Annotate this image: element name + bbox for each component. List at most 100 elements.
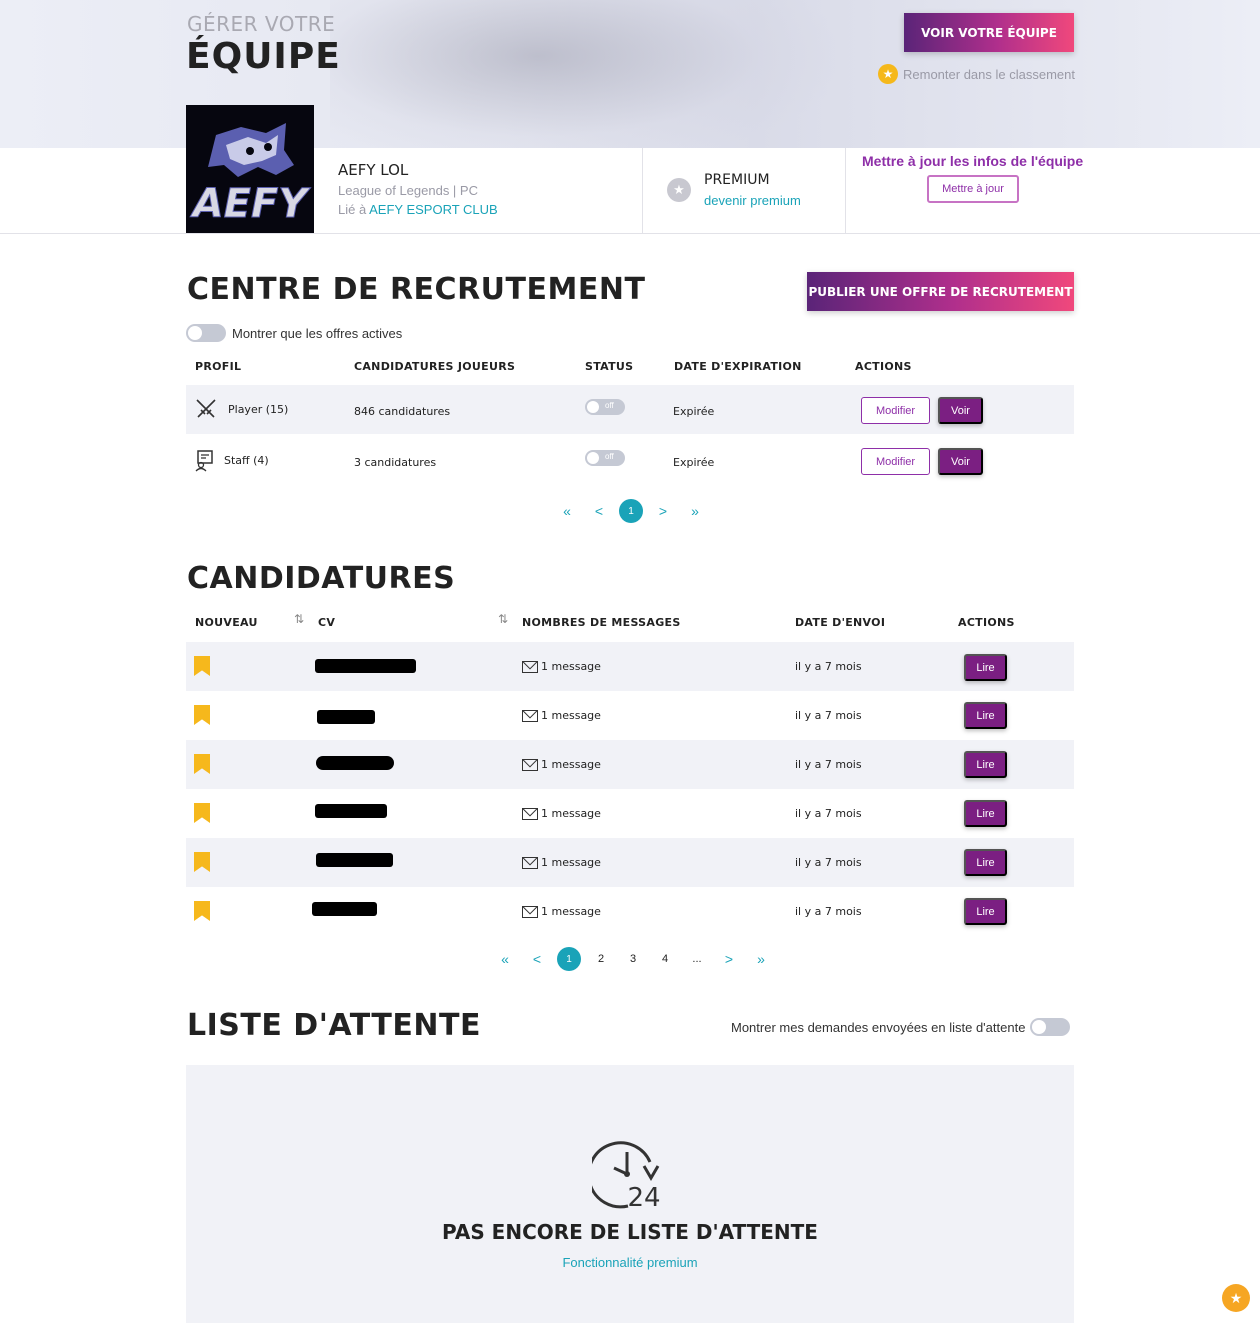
update-team-title: Mettre à jour les infos de l'équipe (862, 153, 1084, 169)
profile-label: Player (15) (228, 403, 289, 416)
message-count: 1 message (522, 660, 601, 673)
expiration-date: Expirée (673, 405, 715, 418)
message-count: 1 message (522, 758, 601, 771)
waitlist-toggle-row[interactable]: Montrer mes demandes envoyées en liste d… (731, 1018, 1071, 1036)
read-button[interactable]: Lire (964, 849, 1007, 876)
staff-board-icon (195, 450, 213, 472)
applications-count: 846 candidatures (354, 405, 451, 418)
sent-date: il y a 7 mois (795, 905, 862, 918)
envelope-icon (522, 758, 538, 771)
star-icon: ★ (878, 64, 898, 84)
banner-artwork (330, 0, 850, 148)
read-button[interactable]: Lire (964, 702, 1007, 729)
envelope-icon (522, 856, 538, 869)
first-page-button[interactable]: « (489, 951, 521, 967)
premium-star-icon: ★ (667, 178, 691, 202)
read-button[interactable]: Lire (964, 800, 1007, 827)
col-header-applications: CANDIDATURES JOUEURS (354, 360, 516, 373)
redacted-cv-name (316, 756, 394, 770)
message-count: 1 message (522, 709, 601, 722)
club-link[interactable]: AEFY ESPORT CLUB (369, 202, 498, 217)
edit-offer-button[interactable]: Modifier (861, 448, 930, 475)
message-count: 1 message (522, 807, 601, 820)
page-button-1[interactable]: 1 (553, 947, 585, 971)
last-page-button[interactable]: » (745, 951, 777, 967)
divider (845, 148, 846, 234)
applications-count: 3 candidatures (354, 456, 437, 469)
redacted-cv-name (312, 902, 377, 916)
view-offer-button[interactable]: Voir (938, 397, 983, 424)
team-logo: AEFY (186, 105, 314, 233)
table-row: Player (15) 846 candidatures off Expirée… (186, 385, 1074, 434)
last-page-button[interactable]: » (679, 503, 711, 519)
page-title: ÉQUIPE (186, 36, 341, 77)
redacted-cv-name (315, 804, 387, 818)
page-button-1[interactable]: 1 (615, 499, 647, 523)
divider (642, 148, 643, 234)
become-premium-link[interactable]: devenir premium (704, 193, 801, 208)
sort-icon[interactable]: ⇅ (498, 612, 508, 626)
waitlist-toggle[interactable] (1030, 1018, 1071, 1036)
sent-date: il y a 7 mois (795, 709, 862, 722)
table-row: Staff (4) 3 candidatures off Expirée Mod… (186, 436, 1074, 485)
read-button[interactable]: Lire (964, 751, 1007, 778)
profile-label: Staff (4) (224, 454, 269, 467)
redacted-cv-name (317, 710, 375, 724)
status-toggle[interactable]: off (585, 450, 625, 466)
col-header-new: NOUVEAU (195, 616, 258, 629)
view-team-button[interactable]: VOIR VOTRE ÉQUIPE (904, 13, 1074, 52)
rank-up-link[interactable]: ★ Remonter dans le classement (878, 64, 1075, 84)
team-name: AEFY LOL (338, 161, 409, 179)
team-game-platform: League of Legends | PC (338, 183, 478, 198)
sort-icon[interactable]: ⇅ (294, 612, 304, 626)
crossed-swords-icon (196, 399, 216, 418)
publish-offer-button[interactable]: PUBLIER UNE OFFRE DE RECRUTEMENT (807, 272, 1074, 311)
active-offers-toggle[interactable] (186, 324, 226, 342)
svg-text:AEFY: AEFY (190, 181, 312, 227)
next-page-button[interactable]: > (713, 951, 745, 967)
sent-date: il y a 7 mois (795, 758, 862, 771)
applications-pagination: « < 1 2 3 4 ... > » (489, 947, 777, 971)
col-header-status: STATUS (585, 360, 634, 373)
page-button-2[interactable]: 2 (585, 953, 617, 965)
waitlist-empty-title: PAS ENCORE DE LISTE D'ATTENTE (442, 1220, 818, 1244)
prev-page-button[interactable]: < (583, 503, 615, 519)
envelope-icon (522, 905, 538, 918)
envelope-icon (522, 807, 538, 820)
col-header-messages: NOMBRES DE MESSAGES (522, 616, 681, 629)
premium-title: PREMIUM (704, 172, 770, 188)
linked-prefix: Lié à (338, 202, 367, 217)
edit-offer-button[interactable]: Modifier (861, 397, 930, 424)
page-button-3[interactable]: 3 (617, 953, 649, 965)
envelope-icon (522, 709, 538, 722)
sent-date: il y a 7 mois (795, 856, 862, 869)
col-header-actions: ACTIONS (855, 360, 912, 373)
page-ellipsis: ... (692, 953, 702, 965)
premium-feature-link[interactable]: Fonctionnalité premium (0, 1255, 1260, 1270)
rank-up-label: Remonter dans le classement (903, 66, 1075, 82)
waitlist-title: LISTE D'ATTENTE (187, 1008, 481, 1043)
redacted-cv-name (316, 853, 393, 867)
expiration-date: Expirée (673, 456, 715, 469)
page-button-4[interactable]: 4 (649, 953, 681, 965)
col-header-actions: ACTIONS (958, 616, 1015, 629)
prev-page-button[interactable]: < (521, 951, 553, 967)
chat-star-icon[interactable]: ★ (1222, 1284, 1250, 1312)
read-button[interactable]: Lire (964, 898, 1007, 925)
active-offers-toggle-row[interactable]: Montrer que les offres actives (186, 324, 402, 342)
col-header-sent-date: DATE D'ENVOI (795, 616, 886, 629)
envelope-icon (522, 660, 538, 673)
update-team-button[interactable]: Mettre à jour (927, 175, 1019, 203)
recruitment-pagination: « < 1 > » (551, 499, 711, 523)
redacted-cv-name (315, 659, 416, 673)
sent-date: il y a 7 mois (795, 807, 862, 820)
next-page-button[interactable]: > (647, 503, 679, 519)
clock-24-icon: 24 (592, 1141, 661, 1210)
first-page-button[interactable]: « (551, 503, 583, 519)
read-button[interactable]: Lire (964, 654, 1007, 681)
message-count: 1 message (522, 905, 601, 918)
svg-text:24: 24 (627, 1183, 660, 1210)
status-toggle[interactable]: off (585, 399, 625, 415)
view-offer-button[interactable]: Voir (938, 448, 983, 475)
waitlist-toggle-label: Montrer mes demandes envoyées en liste d… (731, 1019, 1026, 1035)
